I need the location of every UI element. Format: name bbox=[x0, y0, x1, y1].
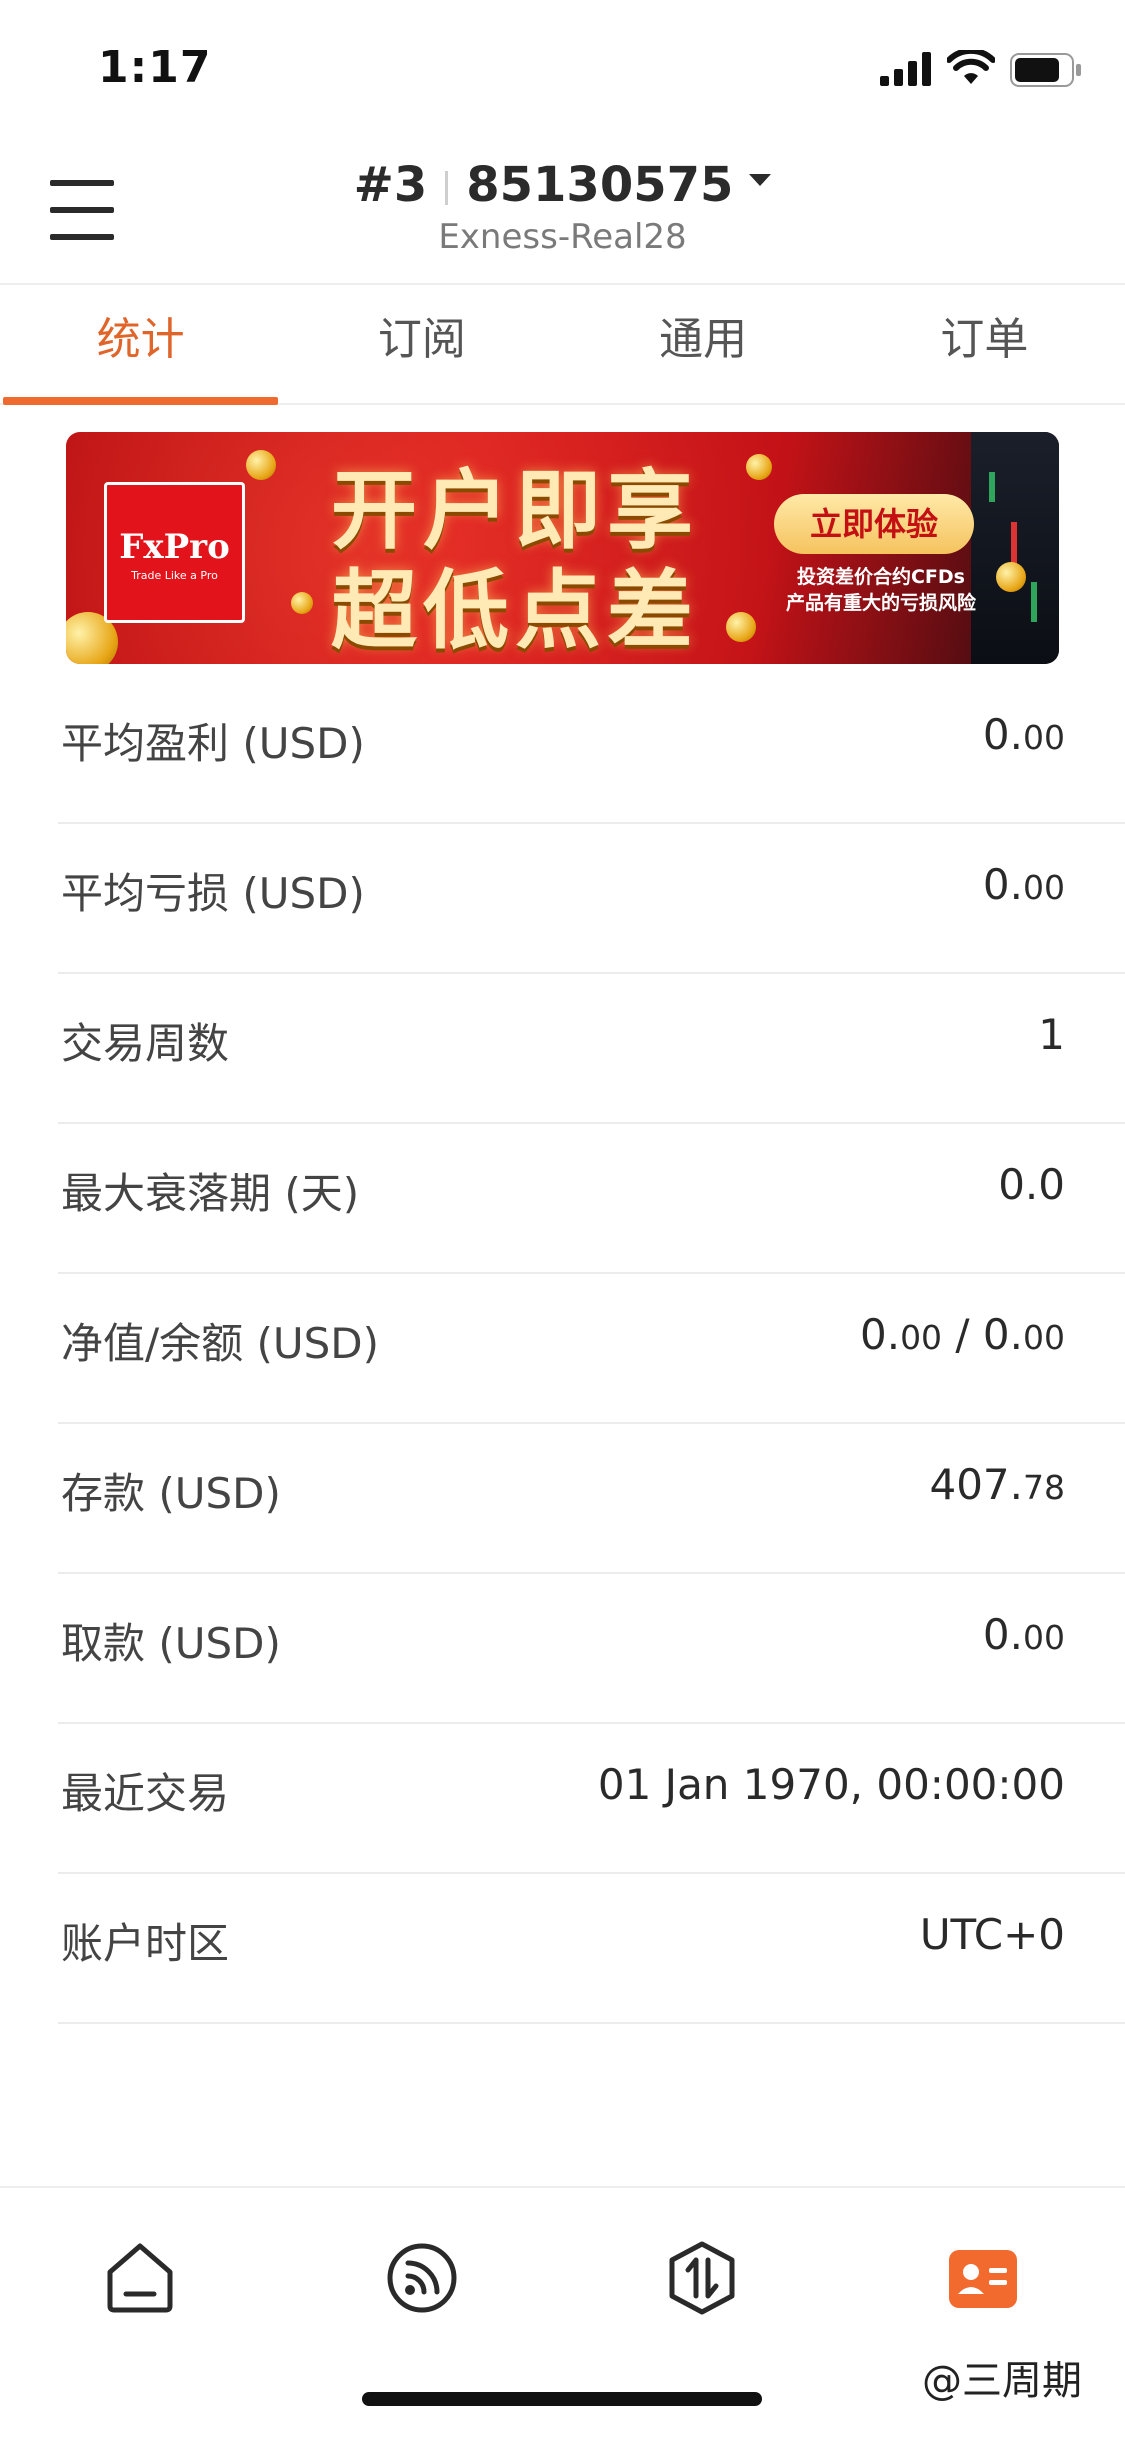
status-bar: 1:17 bbox=[0, 0, 1125, 135]
tab-statistics[interactable]: 统计 bbox=[0, 285, 281, 405]
stat-value: 0.00 bbox=[982, 710, 1065, 759]
stat-row-avg-loss: 平均亏损 (USD) 0.00 bbox=[58, 822, 1125, 974]
stat-value: 0.0 bbox=[998, 1160, 1065, 1209]
stat-label: 账户时区 bbox=[61, 1919, 230, 1968]
coin-icon bbox=[246, 450, 276, 480]
dropdown-caret-icon[interactable] bbox=[749, 174, 772, 186]
fxpro-logo: FxPro Trade Like a Pro bbox=[104, 482, 245, 623]
wifi-icon bbox=[947, 50, 995, 84]
tab-general[interactable]: 通用 bbox=[563, 285, 844, 403]
account-selector[interactable]: #3 85130575 bbox=[0, 157, 1125, 213]
stat-row-deposit: 存款 (USD) 407.78 bbox=[58, 1422, 1125, 1574]
tab-orders[interactable]: 订单 bbox=[844, 285, 1125, 403]
stat-row-withdrawal: 取款 (USD) 0.00 bbox=[58, 1572, 1125, 1724]
coin-icon bbox=[726, 612, 756, 642]
stat-row-account-timezone: 账户时区 UTC+0 bbox=[58, 1872, 1125, 2024]
stat-row-trading-weeks: 交易周数 1 bbox=[58, 972, 1125, 1124]
logo-tagline: Trade Like a Pro bbox=[131, 569, 218, 582]
home-icon[interactable] bbox=[100, 2238, 180, 2318]
tab-subscribe[interactable]: 订阅 bbox=[281, 285, 562, 403]
tab-bar: 统计 订阅 通用 订单 bbox=[0, 285, 1125, 405]
stat-label: 平均亏损 (USD) bbox=[61, 869, 365, 918]
stat-value: 407.78 bbox=[929, 1460, 1065, 1509]
stat-label: 交易周数 bbox=[61, 1019, 230, 1068]
stat-value: 0.00 bbox=[982, 1610, 1065, 1659]
account-number: 85130575 bbox=[466, 157, 734, 213]
account-separator bbox=[445, 171, 449, 205]
stat-value: 0.00 / 0.00 bbox=[859, 1310, 1065, 1359]
promo-banner[interactable]: FxPro Trade Like a Pro 开户即享 超低点差 立即体验 投资… bbox=[66, 432, 1059, 664]
stat-label: 取款 (USD) bbox=[61, 1619, 281, 1668]
home-indicator[interactable] bbox=[362, 2392, 762, 2406]
stat-value: 1 bbox=[1038, 1010, 1065, 1059]
battery-icon bbox=[1010, 53, 1081, 87]
stat-label: 平均盈利 (USD) bbox=[61, 719, 365, 768]
coin-icon bbox=[996, 562, 1026, 592]
stat-row-max-drawdown-period: 最大衰落期 (天) 0.0 bbox=[58, 1122, 1125, 1274]
watermark-text: @三周期 bbox=[922, 2358, 1082, 2404]
signal-feed-icon[interactable] bbox=[382, 2238, 462, 2318]
stat-label: 存款 (USD) bbox=[61, 1469, 281, 1518]
stat-value: UTC+0 bbox=[919, 1910, 1065, 1959]
account-server: Exness-Real28 bbox=[438, 217, 687, 257]
account-index: #3 bbox=[353, 157, 428, 213]
status-time: 1:17 bbox=[98, 42, 212, 93]
stat-label: 净值/余额 (USD) bbox=[61, 1319, 380, 1368]
coin-icon bbox=[746, 454, 772, 480]
banner-cta-button[interactable]: 立即体验 bbox=[774, 494, 974, 554]
stat-value: 01 Jan 1970, 00:00:00 bbox=[597, 1760, 1065, 1809]
cellular-signal-icon bbox=[880, 52, 931, 86]
stat-row-last-trade: 最近交易 01 Jan 1970, 00:00:00 bbox=[58, 1722, 1125, 1874]
stat-row-equity-balance: 净值/余额 (USD) 0.00 / 0.00 bbox=[58, 1272, 1125, 1424]
coin-icon bbox=[291, 592, 313, 614]
stat-value: 0.00 bbox=[982, 860, 1065, 909]
stat-row-avg-profit: 平均盈利 (USD) 0.00 bbox=[58, 672, 1125, 824]
app-header: #3 85130575 Exness-Real28 bbox=[0, 135, 1125, 285]
banner-risk-text-1: 投资差价合约CFDs bbox=[796, 566, 965, 588]
stat-label: 最大衰落期 (天) bbox=[61, 1169, 360, 1218]
banner-phone-graphic bbox=[971, 432, 1059, 664]
logo-text: FxPro bbox=[119, 527, 230, 567]
account-card-icon[interactable] bbox=[943, 2238, 1023, 2318]
stat-label: 最近交易 bbox=[61, 1769, 230, 1818]
banner-headline-2: 超低点差 bbox=[331, 561, 699, 661]
trade-icon[interactable] bbox=[662, 2238, 742, 2318]
banner-risk-text-2: 产品有重大的亏损风险 bbox=[785, 592, 976, 614]
